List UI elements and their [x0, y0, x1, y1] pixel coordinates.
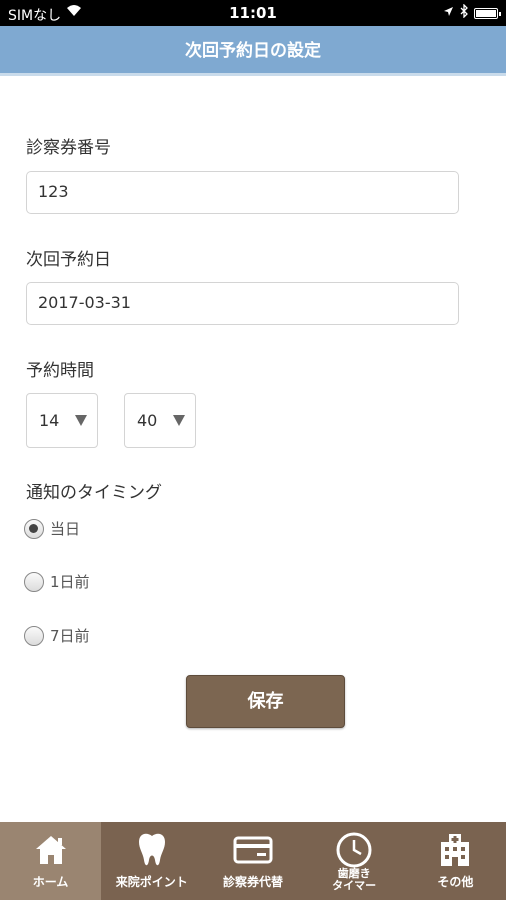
tab-home[interactable]: ホーム [0, 822, 102, 900]
tab-other[interactable]: その他 [405, 822, 506, 900]
next-date-label: 次回予約日 [26, 250, 111, 270]
location-icon [443, 5, 454, 21]
minute-value: 40 [137, 411, 158, 430]
notify-option-7-days-before[interactable]: 7日前 [24, 625, 90, 646]
hour-select[interactable]: 14 [26, 393, 98, 448]
page-title: 次回予約日の設定 [185, 41, 321, 61]
radio-label: 1日前 [50, 573, 90, 591]
hospital-icon [435, 830, 475, 870]
save-button[interactable]: 保存 [186, 675, 345, 728]
card-number-label: 診察券番号 [26, 138, 111, 158]
dropdown-arrow-icon [173, 415, 185, 426]
tab-visit-points[interactable]: 来院ポイント [101, 822, 202, 900]
minute-select[interactable]: 40 [124, 393, 196, 448]
radio-icon[interactable] [24, 625, 44, 646]
radio-checked-icon[interactable] [24, 518, 44, 539]
card-number-input[interactable]: 123 [26, 171, 459, 214]
tab-label: ホーム [32, 875, 69, 889]
hour-value: 14 [39, 411, 60, 430]
tab-label: 診察券代替 [222, 875, 283, 889]
time-label: 予約時間 [26, 361, 94, 381]
clock-icon [334, 830, 374, 870]
notify-label: 通知のタイミング [26, 483, 162, 503]
notify-option-same-day[interactable]: 当日 [24, 518, 80, 539]
bluetooth-icon [460, 3, 468, 22]
tab-brushing-timer[interactable]: 歯磨き タイマー [304, 822, 405, 900]
radio-label: 当日 [50, 520, 81, 538]
notify-option-1-day-before[interactable]: 1日前 [24, 571, 90, 592]
battery-icon [474, 7, 501, 19]
radio-label: 7日前 [50, 627, 90, 645]
nav-bar: 次回予約日の設定 [0, 26, 506, 76]
dropdown-arrow-icon [75, 415, 87, 426]
card-icon [233, 830, 273, 870]
tab-label: その他 [437, 875, 474, 889]
tab-label: 来院ポイント [115, 875, 188, 889]
tab-bar: ホーム 来院ポイント 診察券代替 歯磨き タイマー その他 [0, 822, 506, 900]
home-icon [31, 830, 71, 870]
next-date-input[interactable]: 2017-03-31 [26, 282, 459, 325]
tooth-icon [132, 830, 172, 870]
tab-label: 歯磨き タイマー [332, 867, 377, 892]
clock-time: 11:01 [229, 4, 277, 22]
status-bar: SIMなし 11:01 [0, 0, 506, 26]
radio-icon[interactable] [24, 571, 44, 592]
tab-card-substitute[interactable]: 診察券代替 [202, 822, 303, 900]
